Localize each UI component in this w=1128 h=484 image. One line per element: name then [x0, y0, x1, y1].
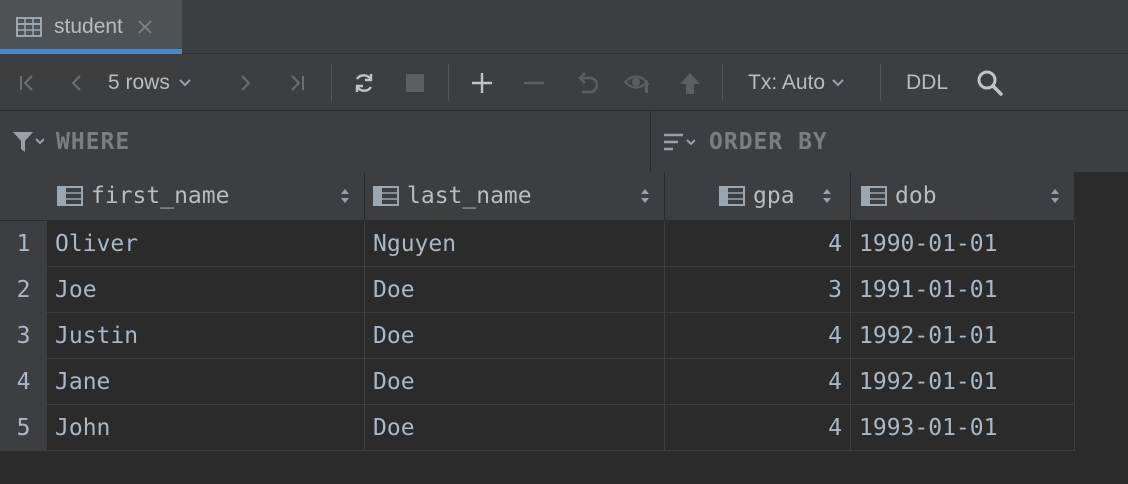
search-button[interactable] [972, 54, 1008, 111]
stop-button[interactable] [400, 54, 430, 111]
where-filter-field[interactable]: WHERE [0, 111, 650, 172]
ddl-label: DDL [905, 70, 948, 94]
eye-icon [623, 71, 653, 95]
cell-gpa[interactable]: 4 [665, 405, 851, 451]
cell-dob[interactable]: 1991-01-01 [851, 267, 1075, 313]
next-page-button[interactable] [230, 54, 260, 111]
cell-dob[interactable]: 1992-01-01 [851, 359, 1075, 405]
column-header-label: first_name [91, 183, 230, 209]
order-by-field[interactable]: ORDER BY [651, 111, 1128, 172]
table-icon [16, 16, 44, 38]
toolbar-separator [880, 64, 881, 101]
sort-toggle-icon[interactable] [1050, 187, 1060, 205]
toolbar-separator [331, 64, 332, 101]
first-page-button[interactable] [12, 54, 42, 111]
chevron-left-icon [67, 73, 87, 93]
cell-gpa[interactable]: 4 [665, 313, 851, 359]
cell-last-name[interactable]: Doe [365, 267, 665, 313]
chevron-down-icon [831, 78, 845, 88]
toolbar-separator [722, 64, 723, 101]
cell-first-name[interactable]: John [47, 405, 365, 451]
column-header-label: gpa [753, 183, 795, 209]
order-by-label: ORDER BY [709, 128, 828, 155]
search-icon [976, 69, 1004, 97]
last-page-icon [287, 73, 307, 93]
column-header-last-name[interactable]: last_name [365, 172, 665, 220]
previous-page-button[interactable] [62, 54, 92, 111]
column-header-label: dob [895, 183, 937, 209]
arrow-up-icon [678, 71, 702, 95]
cell-gpa[interactable]: 4 [665, 359, 851, 405]
cell-first-name[interactable]: Joe [47, 267, 365, 313]
undo-icon [574, 71, 600, 95]
tab-student[interactable]: student [0, 0, 182, 54]
cell-last-name[interactable]: Nguyen [365, 221, 665, 267]
filter-icon [12, 131, 46, 153]
column-header-first-name[interactable]: first_name [47, 172, 365, 220]
chevron-down-icon [178, 78, 192, 88]
stop-icon [405, 73, 425, 93]
cell-first-name[interactable]: Jane [47, 359, 365, 405]
column-header-gpa[interactable]: gpa [665, 172, 851, 220]
row-number[interactable]: 2 [0, 267, 47, 313]
delete-row-button[interactable] [518, 54, 550, 111]
toolbar-separator [448, 64, 449, 101]
last-page-button[interactable] [282, 54, 312, 111]
sort-toggle-icon[interactable] [640, 187, 650, 205]
cell-gpa[interactable]: 3 [665, 267, 851, 313]
add-row-button[interactable] [466, 54, 498, 111]
column-icon [373, 185, 399, 207]
grid-corner[interactable] [0, 172, 47, 220]
cell-last-name[interactable]: Doe [365, 405, 665, 451]
sort-toggle-icon[interactable] [822, 187, 832, 205]
row-number[interactable]: 4 [0, 359, 47, 405]
rows-count-dropdown[interactable]: 5 rows [108, 54, 216, 111]
refresh-button[interactable] [348, 54, 380, 111]
view-changes-button[interactable] [620, 54, 656, 111]
cell-first-name[interactable]: Justin [47, 313, 365, 359]
row-number[interactable]: 5 [0, 405, 47, 451]
revert-button[interactable] [570, 54, 604, 111]
column-icon [719, 185, 745, 207]
where-label: WHERE [56, 128, 131, 155]
cell-gpa[interactable]: 4 [665, 221, 851, 267]
cell-dob[interactable]: 1993-01-01 [851, 405, 1075, 451]
cell-first-name[interactable]: Oliver [47, 221, 365, 267]
cell-dob[interactable]: 1992-01-01 [851, 313, 1075, 359]
editor-tab-bar: student [0, 0, 1128, 54]
cell-dob[interactable]: 1990-01-01 [851, 221, 1075, 267]
first-page-icon [17, 73, 37, 93]
sort-toggle-icon[interactable] [340, 187, 350, 205]
cell-last-name[interactable]: Doe [365, 359, 665, 405]
filter-bar: WHERE ORDER BY [0, 111, 1128, 172]
tab-label: student [54, 15, 123, 38]
plus-icon [471, 72, 493, 94]
column-icon [57, 185, 83, 207]
column-header-label: last_name [407, 183, 532, 209]
cell-last-name[interactable]: Doe [365, 313, 665, 359]
close-icon[interactable] [135, 17, 155, 37]
submit-button[interactable] [674, 54, 706, 111]
transaction-mode-label: Tx: Auto [748, 70, 826, 94]
data-toolbar: 5 rows Tx: Auto DDL [0, 54, 1128, 111]
sort-icon [663, 132, 697, 152]
transaction-mode-dropdown[interactable]: Tx: Auto [748, 54, 864, 111]
column-header-dob[interactable]: dob [851, 172, 1075, 220]
chevron-right-icon [235, 73, 255, 93]
column-icon [861, 185, 887, 207]
row-number[interactable]: 1 [0, 221, 47, 267]
ddl-button[interactable]: DDL [900, 54, 954, 111]
row-number[interactable]: 3 [0, 313, 47, 359]
refresh-icon [352, 71, 376, 95]
rows-count-label: 5 rows [108, 70, 170, 94]
minus-icon [523, 72, 545, 94]
